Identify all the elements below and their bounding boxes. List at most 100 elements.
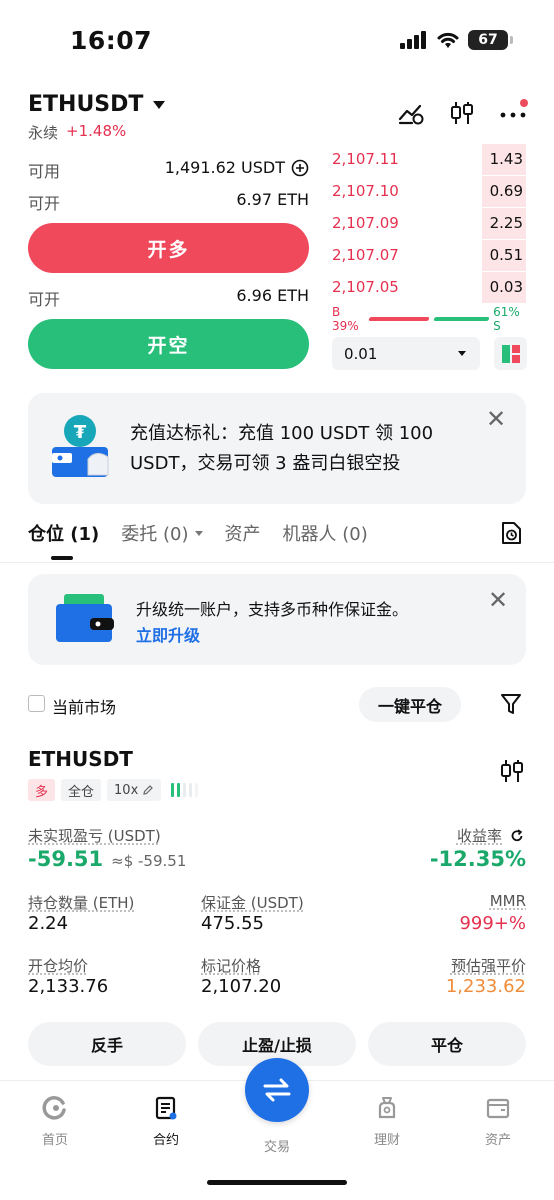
position-symbol[interactable]: ETHUSDT	[28, 747, 133, 771]
symbol-subtitle: 永续 +1.48%	[28, 122, 126, 143]
nav-assets[interactable]: 资产	[468, 1095, 528, 1148]
reverse-button[interactable]: 反手	[28, 1022, 186, 1066]
position-tabs: 仓位 (1) 委托 (0) 资产 机器人 (0)	[28, 520, 368, 546]
available-value: 1,491.62 USDT	[164, 158, 285, 177]
notification-dot	[520, 98, 528, 107]
ask-qty: 1.43	[482, 143, 526, 175]
nav-label: 理财	[373, 1133, 400, 1148]
upnl-approx: ≈$ -59.51	[111, 852, 187, 870]
size-label[interactable]: 持仓数量 (ETH)	[28, 892, 134, 913]
orderbook-ask-row[interactable]: 2,107.07 0.51	[332, 239, 526, 271]
nav-label: 资产	[484, 1133, 511, 1148]
nav-finance[interactable]: 理财	[357, 1095, 417, 1148]
liq-price-value: 1,233.62	[445, 976, 526, 997]
depth-layout-toggle[interactable]	[494, 337, 527, 370]
ask-qty: 0.51	[482, 239, 526, 271]
openable-label-1: 可开	[28, 194, 61, 213]
ask-price: 2,107.11	[332, 150, 399, 168]
header-icons	[398, 98, 528, 126]
active-tab-indicator	[51, 556, 73, 560]
tab-positions[interactable]: 仓位 (1)	[28, 520, 99, 546]
openable-value-1: 6.97 ETH	[236, 190, 309, 209]
tab-count: (1)	[70, 524, 100, 545]
tab-assets[interactable]: 资产	[225, 520, 261, 546]
ask-qty: 2.25	[482, 207, 526, 239]
close-all-button[interactable]: 一键平仓	[359, 687, 461, 722]
ask-price: 2,107.05	[332, 278, 399, 296]
close-position-button[interactable]: 平仓	[368, 1022, 526, 1066]
nav-contract[interactable]: 合约	[136, 1095, 196, 1148]
open-short-button[interactable]: 开空	[28, 319, 309, 369]
candlestick-icon[interactable]	[450, 100, 474, 126]
order-history-icon[interactable]	[500, 521, 522, 545]
divider	[0, 562, 554, 563]
trade-fab-button[interactable]	[245, 1058, 309, 1122]
sell-ratio-bar	[433, 317, 490, 321]
side-tag: 多	[28, 779, 56, 801]
refresh-icon	[511, 828, 523, 841]
current-market-label: 当前市场	[52, 698, 117, 717]
price-change: +1.48%	[66, 122, 127, 140]
caret-down-icon	[194, 530, 203, 536]
roe-label: 收益率	[456, 827, 502, 845]
current-market-checkbox[interactable]	[28, 695, 45, 712]
filter-icon[interactable]	[500, 692, 522, 716]
margin-value: 475.55	[201, 913, 264, 934]
entry-price-label[interactable]: 开仓均价	[28, 955, 88, 976]
chart-trend-icon[interactable]	[398, 101, 424, 125]
upgrade-text: 升级统一账户，支持多币种作保证金。	[136, 600, 409, 619]
openable-value-2: 6.96 ETH	[236, 286, 309, 305]
tab-count: (0)	[163, 524, 189, 545]
promo-text: 充值达标礼：充值 100 USDT 领 100 USDT，交易可领 3 盎司白银…	[130, 423, 434, 474]
leverage-tag[interactable]: 10x	[107, 779, 162, 801]
symbol-selector[interactable]: ETHUSDT	[28, 92, 166, 117]
orderbook-ask-row[interactable]: 2,107.11 1.43	[332, 143, 526, 175]
edit-icon	[143, 785, 154, 795]
wallet-icon	[486, 1098, 510, 1119]
liq-price-label[interactable]: 预估强平价	[451, 955, 526, 976]
precision-select[interactable]: 0.01	[332, 337, 480, 370]
tab-label: 委托	[121, 524, 158, 545]
orderbook-ask-row[interactable]: 2,107.09 2.25	[332, 207, 526, 239]
tab-orders[interactable]: 委托 (0)	[121, 520, 203, 546]
upgrade-banner[interactable]: 升级统一账户，支持多币种作保证金。 立即升级 ✕	[28, 574, 526, 665]
orderbook-layout-icon	[501, 344, 520, 363]
mark-price-label[interactable]: 标记价格	[201, 955, 261, 976]
available-label: 可用	[28, 162, 61, 181]
buy-ratio: B 39%	[332, 305, 359, 333]
open-long-button[interactable]: 开多	[28, 223, 309, 273]
promo-banner[interactable]: ₮ 充值达标礼：充值 100 USDT 领 100 USDT，交易可领 3 盎司…	[28, 393, 526, 504]
buy-sell-ratio: B 39% 61% S	[332, 305, 526, 333]
leverage-value: 10x	[114, 782, 139, 798]
candlestick-icon[interactable]	[500, 758, 524, 784]
available-row: 1,491.62 USDT	[160, 158, 309, 177]
roe-label-row[interactable]: 收益率	[457, 825, 524, 846]
close-icon[interactable]: ✕	[486, 405, 506, 433]
wifi-icon	[437, 32, 459, 48]
tab-label: 资产	[224, 524, 261, 545]
close-icon[interactable]: ✕	[488, 586, 508, 614]
sell-ratio: 61% S	[493, 305, 520, 333]
mark-price-value: 2,107.20	[201, 976, 282, 997]
upgrade-link[interactable]: 立即升级	[136, 622, 200, 646]
contract-type: 永续	[28, 124, 59, 142]
nav-home[interactable]: 首页	[25, 1095, 85, 1148]
home-indicator	[207, 1180, 347, 1185]
ask-price: 2,107.10	[332, 182, 399, 200]
add-circle-icon[interactable]	[291, 159, 309, 177]
mmr-label[interactable]: MMR	[490, 892, 526, 910]
precision-value: 0.01	[344, 344, 378, 363]
margin-label[interactable]: 保证金 (USDT)	[201, 892, 304, 913]
signal-icon	[400, 31, 426, 49]
more-icon	[500, 112, 526, 117]
orderbook-ask-row[interactable]: 2,107.05 0.03	[332, 271, 526, 303]
tab-label: 仓位	[28, 524, 64, 545]
status-time: 16:07	[70, 26, 153, 55]
mmr-value: 999+%	[459, 913, 526, 934]
usdt-wallet-illustration: ₮	[52, 415, 109, 477]
upnl-label[interactable]: 未实现盈亏 (USDT)	[28, 825, 161, 846]
nav-trade-label[interactable]: 交易	[247, 1136, 307, 1155]
more-menu[interactable]	[500, 98, 528, 123]
tab-bots[interactable]: 机器人 (0)	[283, 520, 368, 546]
orderbook-ask-row[interactable]: 2,107.10 0.69	[332, 175, 526, 207]
